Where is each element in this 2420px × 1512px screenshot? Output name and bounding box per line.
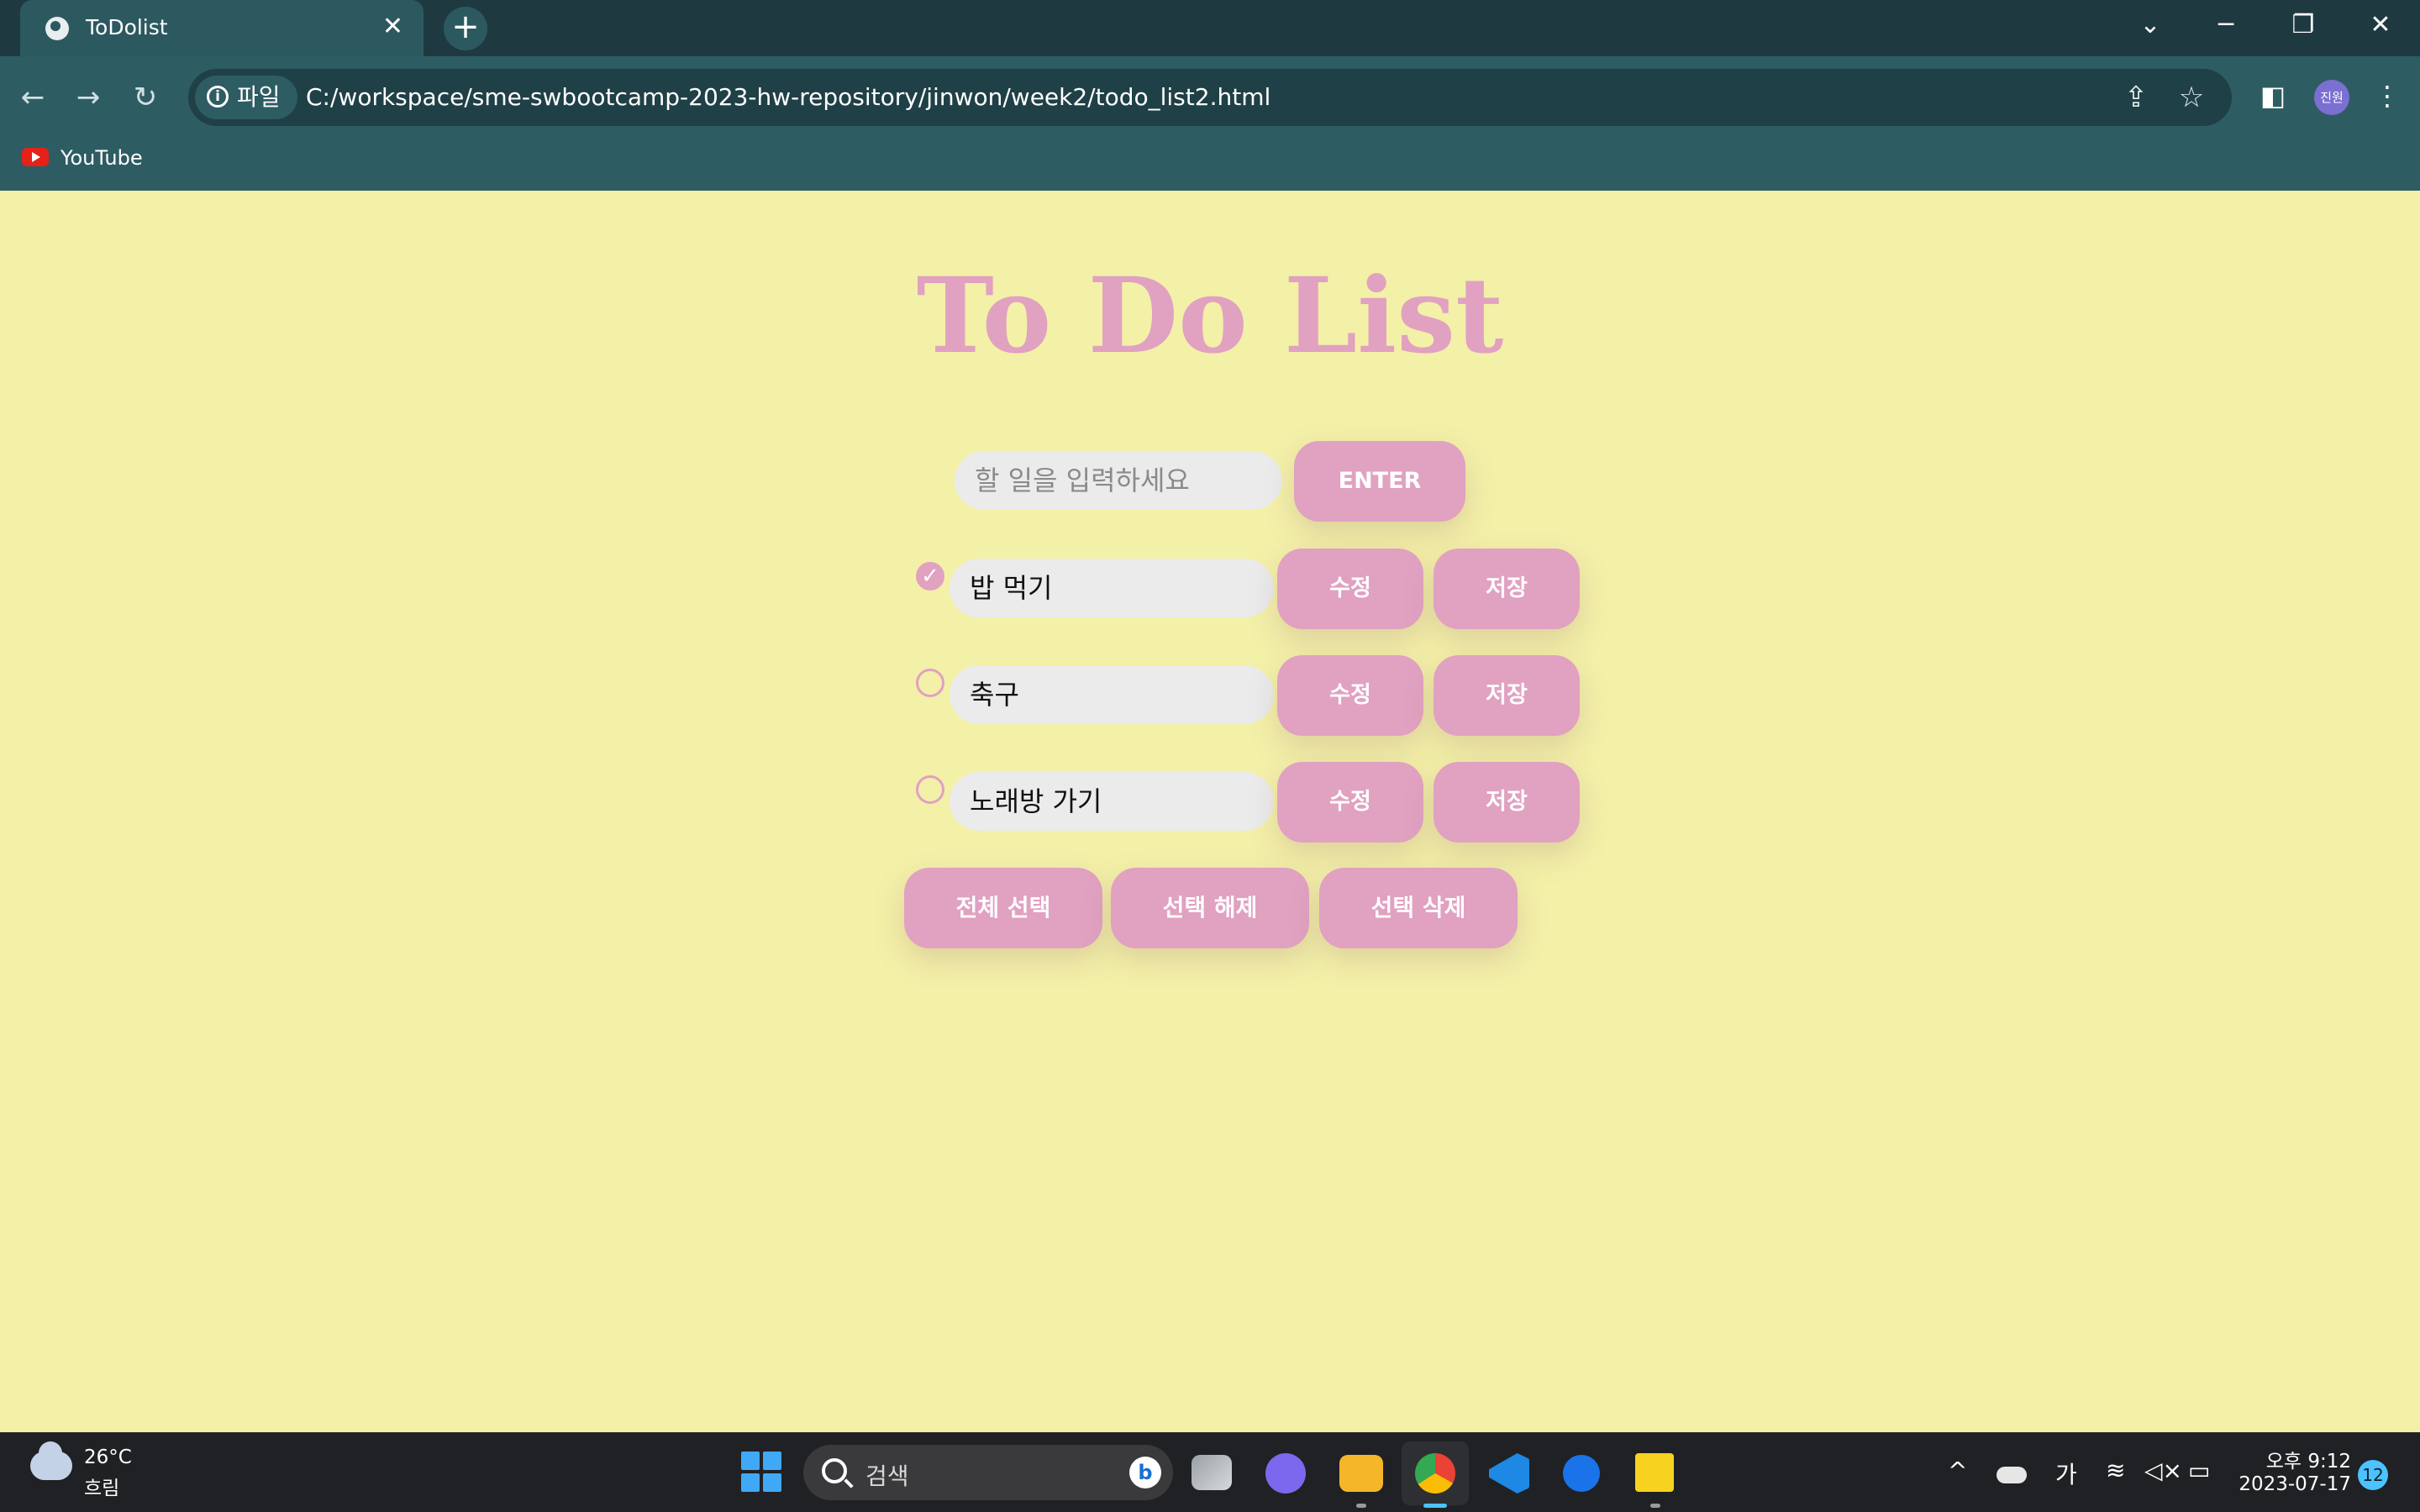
task-view-icon[interactable] — [1192, 1455, 1232, 1490]
page-title: To Do List — [916, 255, 1504, 377]
file-explorer-icon[interactable] — [1339, 1455, 1383, 1492]
start-icon[interactable] — [741, 1452, 781, 1492]
todo-input[interactable] — [955, 451, 1282, 510]
onedrive-icon[interactable] — [1996, 1467, 2027, 1483]
todo-checkbox[interactable]: ✓ — [916, 562, 944, 591]
wifi-icon[interactable]: ≋ — [2106, 1457, 2125, 1484]
taskbar-search[interactable]: 검색 b — [803, 1445, 1173, 1500]
vscode-icon[interactable] — [1489, 1453, 1529, 1494]
browser-tab-strip: ToDolist ✕ + ⌄ ─ ❐ ✕ — [0, 0, 2420, 56]
edit-button[interactable]: 수정 — [1277, 549, 1423, 629]
save-button[interactable]: 저장 — [1434, 762, 1580, 843]
url-text[interactable]: C:/workspace/sme-swbootcamp-2023-hw-repo… — [306, 69, 1270, 126]
active-indicator — [1423, 1504, 1447, 1508]
browser-tab[interactable]: ToDolist ✕ — [20, 0, 424, 56]
menu-icon[interactable]: ⋮ — [2366, 75, 2408, 117]
enter-button[interactable]: ENTER — [1294, 441, 1465, 522]
bing-icon[interactable]: b — [1129, 1457, 1161, 1488]
profile-avatar[interactable]: 진원 — [2314, 80, 2349, 115]
search-icon — [822, 1458, 847, 1483]
globe-icon — [45, 17, 69, 40]
todo-text[interactable]: 밥 먹기 — [950, 559, 1274, 617]
volume-muted-icon[interactable]: ◁× — [2144, 1457, 2182, 1484]
save-button[interactable]: 저장 — [1434, 549, 1580, 629]
back-button[interactable]: ← — [12, 76, 54, 118]
bookmark-label: YouTube — [60, 146, 143, 170]
deselect-button[interactable]: 선택 해제 — [1111, 868, 1309, 948]
tab-close-icon[interactable]: ✕ — [382, 12, 403, 42]
new-tab-button[interactable]: + — [444, 7, 487, 50]
running-indicator — [1356, 1504, 1366, 1508]
tray-chevron-icon[interactable]: ^ — [1948, 1457, 1967, 1484]
cloud-icon[interactable] — [30, 1441, 72, 1480]
edit-button[interactable]: 수정 — [1277, 655, 1423, 736]
todo-text[interactable]: 노래방 가기 — [950, 772, 1274, 831]
ime-indicator[interactable]: 가 — [2055, 1457, 2077, 1490]
chrome-icon[interactable] — [1415, 1453, 1455, 1494]
running-indicator — [1650, 1504, 1660, 1508]
info-chip-label: 파일 — [237, 83, 281, 111]
address-bar[interactable]: i 파일 C:/workspace/sme-swbootcamp-2023-hw-… — [188, 69, 2232, 126]
maps-pin-icon[interactable] — [1563, 1455, 1600, 1492]
todo-item: 노래방 가기 수정 저장 — [916, 762, 1580, 843]
share-icon[interactable]: ⇪ — [2116, 77, 2156, 118]
site-info-chip[interactable]: i 파일 — [195, 76, 297, 119]
info-icon: i — [207, 86, 229, 108]
weather-description[interactable]: 흐림 — [84, 1472, 119, 1500]
todo-checkbox[interactable] — [916, 669, 944, 697]
page-content: To Do List ENTER ✓ 밥 먹기 수정 저장 축구 수정 저장 노… — [0, 191, 2420, 1432]
todo-text[interactable]: 축구 — [950, 665, 1274, 724]
tab-search-icon[interactable]: ⌄ — [2129, 8, 2171, 42]
search-placeholder: 검색 — [865, 1462, 909, 1490]
forward-button[interactable]: → — [67, 76, 109, 118]
clock-date[interactable]: 2023-07-17 — [2238, 1473, 2351, 1495]
bookmark-youtube[interactable]: YouTube — [22, 144, 143, 172]
side-panel-icon[interactable]: ◧ — [2252, 75, 2294, 117]
chat-icon[interactable] — [1265, 1453, 1306, 1494]
todo-checkbox[interactable] — [916, 775, 944, 804]
clock-time[interactable]: 오후 9:12 — [2242, 1445, 2351, 1473]
bulk-actions: 전체 선택 선택 해제 선택 삭제 — [902, 868, 1524, 948]
sticky-notes-icon[interactable] — [1635, 1453, 1674, 1492]
bookmark-star-icon[interactable]: ☆ — [2171, 77, 2212, 118]
minimize-button[interactable]: ─ — [2205, 8, 2247, 42]
youtube-icon — [22, 148, 49, 166]
browser-toolbar: ← → ↻ i 파일 C:/workspace/sme-swbootcamp-20… — [0, 56, 2420, 191]
select-all-button[interactable]: 전체 선택 — [904, 868, 1102, 948]
restore-button[interactable]: ❐ — [2282, 8, 2324, 42]
tab-title: ToDolist — [86, 15, 168, 39]
todo-item: 축구 수정 저장 — [916, 655, 1580, 736]
reload-button[interactable]: ↻ — [124, 76, 166, 118]
delete-selected-button[interactable]: 선택 삭제 — [1319, 868, 1518, 948]
close-window-button[interactable]: ✕ — [2360, 8, 2402, 42]
notification-badge[interactable]: 12 — [2358, 1460, 2388, 1490]
battery-icon[interactable]: ▭ — [2188, 1457, 2210, 1484]
edit-button[interactable]: 수정 — [1277, 762, 1423, 843]
todo-item: ✓ 밥 먹기 수정 저장 — [916, 549, 1580, 629]
save-button[interactable]: 저장 — [1434, 655, 1580, 736]
windows-taskbar: 26°C 흐림 검색 b ^ 가 ≋ ◁× ▭ 오후 9:12 2023-07-… — [0, 1432, 2420, 1512]
weather-temperature[interactable]: 26°C — [84, 1446, 132, 1468]
